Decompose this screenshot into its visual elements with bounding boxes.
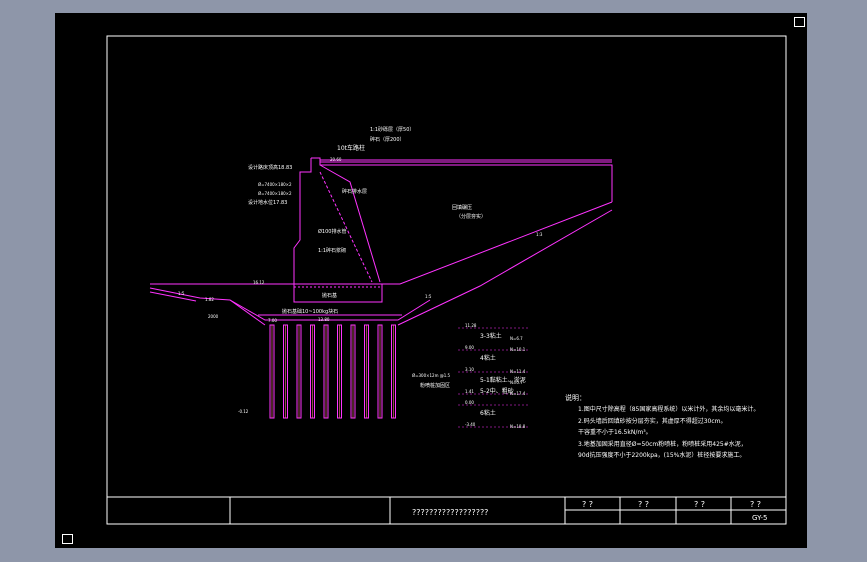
soil-layer-row: 5-1黏粘土、淤泥N=5.7: [480, 376, 526, 385]
soil-n-value: N=10.1: [510, 347, 526, 352]
note-4: 3.地基加固采用直径Ø=50cm粉喷桩，粉喷桩采用425#水泥，: [578, 440, 747, 448]
label-right-slope: 1:3: [536, 232, 543, 237]
drawing-frame: [106, 35, 787, 525]
label-bed: 抛石基: [322, 292, 337, 299]
pile: [310, 324, 315, 419]
label-base-elev: 16.12: [253, 280, 265, 285]
soil-name: 4粘土: [480, 354, 496, 362]
title-block-cell-4: ? ?: [750, 500, 761, 509]
label-filter-1: Ø=7400×180×2: [258, 182, 292, 187]
pile: [269, 324, 275, 419]
soil-elev: 1.41: [465, 389, 474, 394]
soil-layer-row: -3.40 N=18.8: [458, 422, 530, 429]
label-design-water: 设计地水位17.83: [248, 199, 287, 206]
label-backfill-2: （分层夯实）: [456, 213, 486, 220]
soil-n-value: N=18.8: [510, 424, 526, 429]
label-left-dim: 1.82: [205, 297, 214, 302]
label-slope-1: 1:5: [178, 291, 185, 296]
label-bed-text: 抛石基础10~100kg块石: [282, 308, 338, 315]
label-slope-2: 1:5: [425, 294, 432, 299]
quay-wall: [149, 157, 613, 326]
label-top-layer-2: 碎石（厚200）: [370, 136, 405, 143]
label-road-top: 10t车路柱: [337, 144, 365, 152]
label-pile-note-2: 粉喷桩加固区: [420, 382, 450, 389]
soil-layer-row: 6粘土: [480, 409, 496, 417]
pile: [323, 324, 329, 419]
soil-n-value: N=11.4: [510, 369, 526, 374]
soil-elev: -3.40: [465, 422, 476, 427]
pile: [391, 324, 396, 419]
label-top-dim: 20.60: [330, 157, 342, 162]
label-mid-dim: 13.80: [318, 317, 330, 322]
soil-layer-row: 4粘土: [480, 354, 496, 362]
pile-group: [269, 324, 396, 419]
drawing-labels: 1:1砂砾层（厚50） 碎石（厚200） 10t车路柱 20.60 设计路床顶高…: [178, 126, 543, 414]
label-pile-note: Ø=300×12m @1.5: [412, 373, 451, 378]
title-block-cell-3: ? ?: [694, 500, 705, 509]
label-drain-2: 1:1碎石浆砌: [318, 247, 346, 254]
soil-n-value: N=17.4: [510, 391, 526, 396]
label-backfill: 回填碾压: [452, 204, 472, 211]
pile: [337, 324, 342, 419]
soil-layer-legend: 11.283-3粘土 N=6.7 9.00 N=10.1 4粘土 3.10 N=11.4 5-…: [458, 323, 530, 429]
title-block-title: ??????????????????: [412, 508, 488, 517]
soil-n-value: N=6.7: [510, 336, 523, 341]
label-pile-top: 7.00: [268, 318, 277, 323]
soil-n-value: N=5.7: [510, 380, 523, 385]
pile: [364, 324, 369, 419]
soil-layer-row: 0.00: [458, 400, 530, 406]
note-1: 1.图中尺寸除高程（85国家高程系统）以米计外，其余均以毫米计。: [578, 405, 759, 413]
note-2: 2.码头墙后回填砂按分层夯实，其虚厚不得超过30cm。: [578, 417, 727, 425]
title-block-cell-2: ? ?: [638, 500, 649, 509]
soil-elev: 11.28: [465, 323, 477, 328]
soil-name: 6粘土: [480, 409, 496, 417]
notes: 说明： 1.图中尺寸除高程（85国家高程系统）以米计外，其余均以毫米计。 2.码…: [565, 393, 759, 459]
note-3: 干容重不小于16.5kN/m³。: [578, 428, 652, 436]
cad-drawing: ?????????????????? ? ? ? ? ? ? ? ? GY-5 …: [106, 35, 787, 525]
label-top-layer-1: 1:1砂砾层（厚50）: [370, 126, 414, 133]
note-5: 90d抗压强度不小于2200kpa，(15%水泥）桩径按要求施工。: [578, 451, 745, 459]
pile: [350, 324, 356, 419]
soil-layer-row: 3-3粘土 N=6.7: [480, 332, 523, 341]
pile: [377, 324, 383, 419]
label-filter-2: Ø=7400×180×2: [258, 191, 292, 196]
soil-elev: 9.00: [465, 345, 474, 350]
soil-elev: 3.10: [465, 367, 474, 372]
pile: [283, 324, 288, 419]
soil-name: 3-3粘土: [480, 332, 502, 340]
title-block-cell-1: ? ?: [582, 500, 593, 509]
notes-title: 说明：: [565, 393, 586, 402]
soil-layer-row: 1.41 5-2中、粗砂N=17.4: [458, 387, 530, 396]
label-pipe: Ø100排水管: [318, 228, 346, 235]
soil-elev: 0.00: [465, 400, 474, 405]
label-bottom-elev: -0.12: [238, 409, 249, 414]
label-drain: 碎石排水层: [342, 188, 367, 195]
soil-name: 5-2中、粗砂: [480, 387, 514, 395]
soil-layer-row: 11.28: [458, 323, 530, 329]
soil-layer-row: 3.10 N=11.4: [458, 367, 530, 374]
pile: [296, 324, 302, 419]
drawing-number: GY-5: [752, 514, 768, 522]
label-design-top: 设计路床顶高18.83: [248, 164, 292, 171]
label-small-1: 2000: [208, 314, 219, 319]
soil-layer-row: 9.00 N=10.1: [458, 345, 530, 352]
